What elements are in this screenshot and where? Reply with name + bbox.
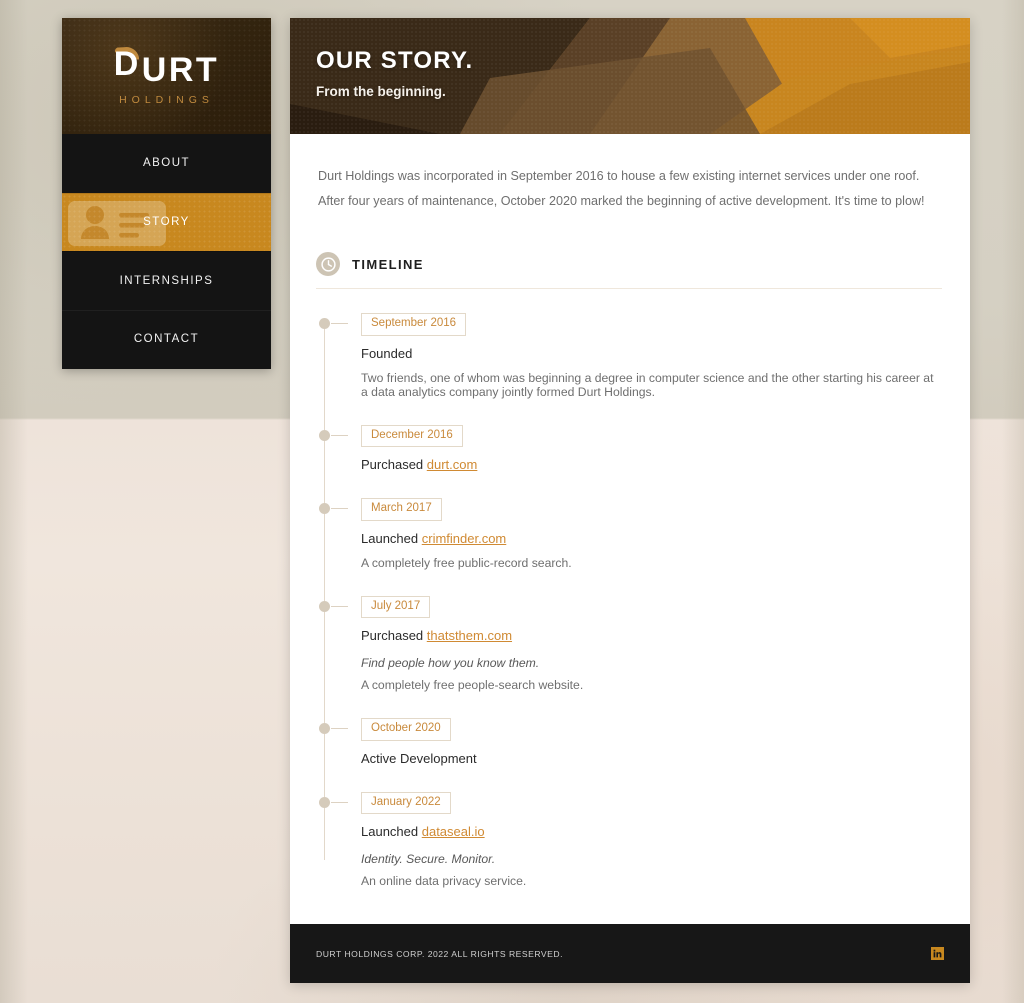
timeline-dot-icon [319,796,330,808]
sidebar: D URT HOLDINGS ABOUT STORY INTERNSHIPS C… [62,18,271,369]
brand-wordmark: D URT [113,44,220,89]
timeline-date-badge: September 2016 [361,313,467,336]
timeline-date-badge: July 2017 [361,595,431,619]
timeline-dot-icon [319,503,330,515]
timeline-headline: Launched crimfinder.com [361,531,942,546]
timeline-title: TIMELINE [352,256,424,272]
timeline-item: September 2016 Founded Two friends, one … [319,313,942,399]
timeline-dot-icon [319,600,330,612]
intro-paragraph: Durt Holdings was incorporated in Septem… [318,169,925,209]
logo-d-mark: D [113,44,141,83]
timeline-dot-icon [319,429,330,441]
timeline-item: March 2017 Launched crimfinder.com A com… [319,498,942,570]
timeline-headline: Founded [361,346,942,361]
timeline-connector [331,508,348,510]
sidebar-item-label: ABOUT [142,157,191,170]
timeline-link[interactable]: crimfinder.com [422,531,507,546]
footer: DURT HOLDINGS CORP. 2022 ALL RIGHTS RESE… [290,924,970,983]
hero-text-block: OUR STORY. From the beginning. [316,47,474,100]
timeline-connector [331,605,348,607]
brand-subtitle: HOLDINGS [119,93,214,106]
timeline-date-badge: October 2020 [361,718,451,741]
timeline-link[interactable]: thatsthem.com [427,628,512,643]
timeline-headline: Purchased thatsthem.com [361,628,942,643]
sidebar-item-contact[interactable]: CONTACT [62,309,271,368]
timeline-list: September 2016 Founded Two friends, one … [316,313,942,888]
timeline-headline-prefix: Launched [361,824,422,840]
sidebar-item-label: CONTACT [133,333,200,346]
timeline-tagline: Identity. Secure. Monitor. [361,852,496,867]
sidebar-item-label: INTERNSHIPS [119,274,214,287]
backdrop-right-shade [1002,0,1024,1003]
timeline-headline-prefix: Purchased [361,457,427,473]
timeline-item: January 2022 Launched dataseal.io Identi… [319,791,942,889]
page-title: OUR STORY. [316,47,474,74]
logo-rest-letters: URT [141,50,220,89]
timeline-link[interactable]: durt.com [427,457,478,472]
timeline-headline-prefix: Active Development [361,750,477,766]
timeline-description: A completely free public-record search. [361,555,572,570]
timeline-headline-prefix: Purchased [361,628,427,644]
timeline-headline: Purchased durt.com [361,457,942,472]
brand-logo[interactable]: D URT HOLDINGS [62,18,271,134]
sidebar-item-story[interactable]: STORY [62,192,271,251]
timeline-tagline: Find people how you know them. [361,656,540,671]
sidebar-item-label: STORY [143,216,190,229]
sidebar-item-about[interactable]: ABOUT [62,134,271,193]
main-content-card: OUR STORY. From the beginning. Durt Hold… [290,18,970,983]
timeline-headline-prefix: Founded [361,345,413,361]
timeline-item: October 2020 Active Development [319,718,942,766]
timeline-connector [331,728,348,730]
timeline-date-badge: January 2022 [361,791,451,815]
timeline-headline: Launched dataseal.io [361,824,942,839]
timeline-dot-icon [319,318,330,330]
sidebar-nav: ABOUT STORY INTERNSHIPS CONTACT [62,134,271,368]
timeline-section: TIMELINE September 2016 Founded Two frie… [290,214,970,888]
hero-banner: OUR STORY. From the beginning. [290,18,970,134]
timeline-headline: Active Development [361,751,942,766]
timeline-link[interactable]: dataseal.io [422,824,485,839]
copyright-text: DURT HOLDINGS CORP. 2022 ALL RIGHTS RESE… [316,948,563,959]
timeline-description: A completely free people-search website. [361,678,584,693]
timeline-description: Two friends, one of whom was beginning a… [361,370,934,399]
timeline-item: July 2017 Purchased thatsthem.com Find p… [319,595,942,693]
clock-icon [316,252,340,277]
page-subtitle: From the beginning. [316,84,446,100]
timeline-description: An online data privacy service. [361,874,527,889]
timeline-connector [331,434,348,436]
timeline-dot-icon [319,723,330,735]
timeline-rail [324,321,325,861]
sidebar-item-internships[interactable]: INTERNSHIPS [62,251,271,310]
logo-d-letter: D [113,44,141,83]
timeline-connector [331,323,348,325]
timeline-headline-prefix: Launched [361,530,422,546]
timeline-connector [331,801,348,803]
timeline-item: December 2016 Purchased durt.com [319,424,942,472]
backdrop-left-shade [0,0,28,1003]
timeline-header: TIMELINE [316,252,942,290]
timeline-date-badge: December 2016 [361,424,463,448]
linkedin-icon[interactable] [931,947,944,960]
timeline-date-badge: March 2017 [361,498,442,521]
